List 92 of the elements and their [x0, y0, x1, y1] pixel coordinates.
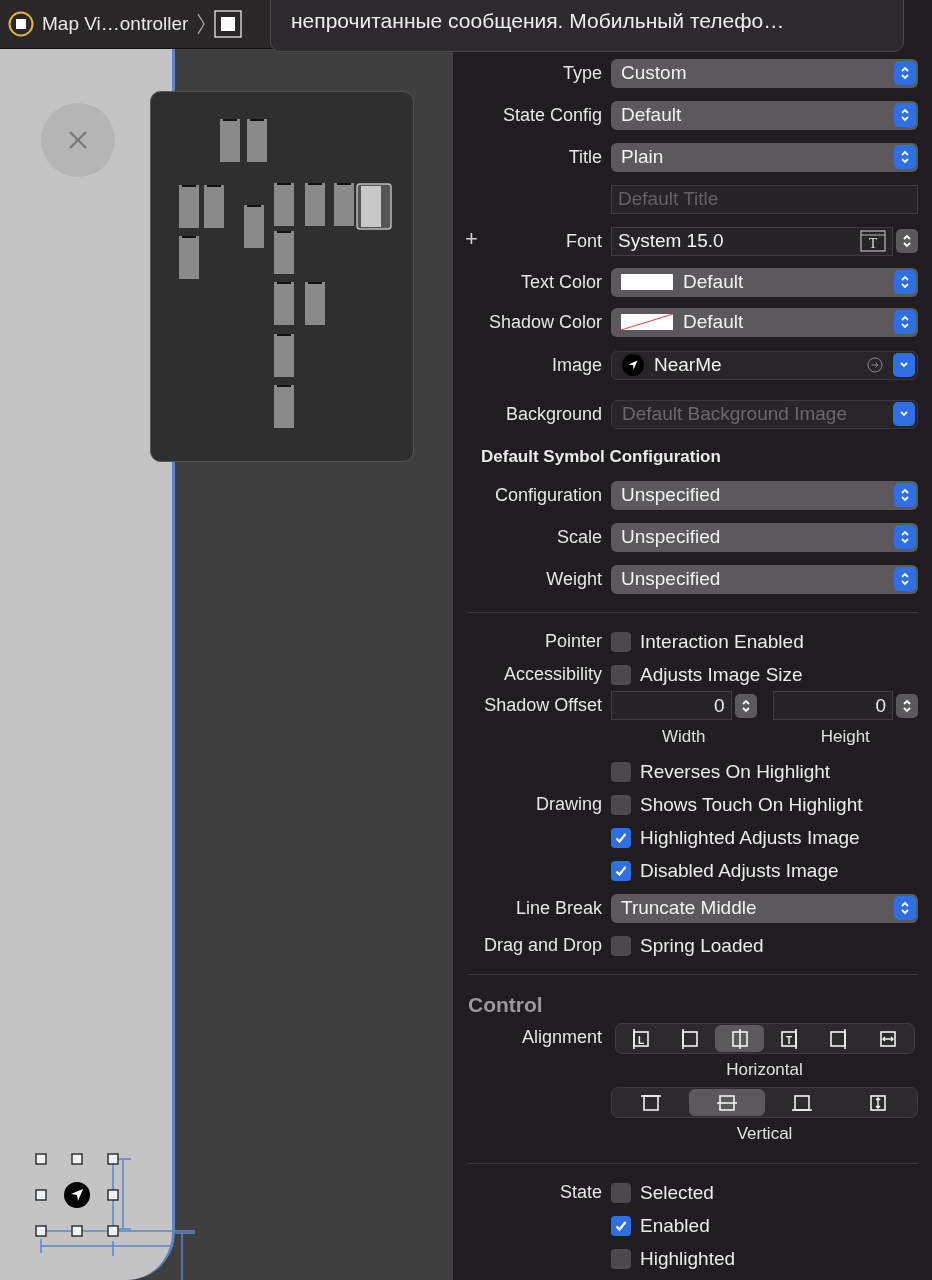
field-label: State: [559, 1182, 602, 1203]
popup-button[interactable]: Default: [611, 100, 918, 130]
alignment-segment[interactable]: L: [616, 1025, 666, 1052]
field-label: Alignment: [521, 1027, 602, 1048]
number-field[interactable]: 0: [611, 691, 732, 720]
checkbox[interactable]: [611, 935, 631, 956]
segment-caption: Horizontal: [726, 1060, 803, 1080]
checkbox-label: Highlighted Adjusts Image: [640, 826, 860, 849]
checkbox[interactable]: [611, 827, 631, 848]
popup-button[interactable]: Plain: [611, 142, 918, 172]
checkmark-icon: [614, 1218, 628, 1233]
popup-button[interactable]: Unspecified: [611, 522, 918, 552]
field-label: Font: [565, 230, 602, 252]
field-label: Pointer: [544, 631, 602, 652]
stepper-icon: [894, 103, 916, 127]
field-label: Drag and Drop: [483, 935, 602, 956]
checkbox-label: Shows Touch On Highlight: [640, 793, 863, 816]
arrow-circle-icon: [867, 357, 883, 373]
checkbox-label: Spring Loaded: [640, 934, 764, 957]
field-label: Line Break: [515, 897, 602, 919]
stepper-icon: [894, 310, 916, 334]
section-subheader: Default Symbol Configuration: [480, 447, 722, 467]
field-label: Shadow Color: [488, 311, 602, 333]
scene-icon: [8, 11, 34, 37]
stepper-icon: [894, 145, 916, 169]
image-popup-button[interactable]: NearMe: [611, 350, 918, 380]
stepper-icon: [894, 525, 916, 549]
alignment-segment[interactable]: [715, 1025, 765, 1052]
field-label: Text Color: [520, 271, 602, 293]
breadcrumb-item[interactable]: Map Vi…ontroller: [42, 13, 189, 35]
stepper-icon[interactable]: [896, 693, 918, 718]
field-label: Image: [551, 354, 602, 376]
field-label: Background: [505, 403, 602, 425]
stepper-icon: [894, 567, 916, 591]
checkmark-icon: [614, 830, 628, 845]
add-variation-button[interactable]: +: [465, 226, 478, 252]
checkbox-label: Reverses On Highlight: [640, 760, 831, 783]
view-icon[interactable]: [214, 10, 243, 38]
storyboard-minimap-drawing[interactable]: [150, 91, 414, 462]
font-field[interactable]: System 15.0 T: [611, 226, 893, 256]
color-popup-button[interactable]: Default: [611, 267, 918, 297]
checkbox-label: Adjusts Image Size: [640, 663, 803, 686]
checkbox-label: Disabled Adjusts Image: [640, 859, 839, 882]
font-picker-icon[interactable]: T: [860, 230, 886, 252]
selection-handles-drawing[interactable]: [35, 1153, 119, 1237]
checkbox[interactable]: [611, 631, 631, 652]
color-swatch-icon: [621, 314, 673, 330]
field-caption: Height: [820, 727, 870, 747]
alignment-segment[interactable]: [688, 1089, 765, 1116]
popup-button[interactable]: Custom: [611, 58, 918, 88]
popup-button[interactable]: Truncate Middle: [611, 893, 918, 923]
field-label: Type: [562, 62, 602, 84]
field-label: Scale: [556, 526, 602, 548]
checkmark-icon: [614, 863, 628, 878]
number-field[interactable]: 0: [772, 691, 893, 720]
section-title: Control: [468, 993, 544, 1017]
tooltip: непрочитанные сообщения. Мобильный телефо…: [270, 0, 904, 52]
stepper-icon: [894, 483, 916, 507]
chevron-right-icon: [196, 12, 207, 36]
checkbox[interactable]: [611, 761, 631, 782]
field-caption: Width: [662, 727, 706, 747]
field-label: Title: [568, 146, 602, 168]
checkbox-label: Enabled: [640, 1214, 710, 1237]
stepper-icon[interactable]: [734, 693, 757, 718]
field-label: Accessibility: [503, 664, 602, 685]
field-label: State Config: [502, 104, 602, 126]
checkbox-label: Highlighted: [640, 1247, 736, 1270]
checkbox[interactable]: [611, 1215, 631, 1236]
stepper-icon: [894, 896, 916, 920]
checkbox[interactable]: [611, 860, 631, 881]
dropdown-icon: [893, 353, 915, 377]
field-label: Drawing: [535, 794, 602, 815]
color-popup-button[interactable]: Default: [611, 307, 918, 337]
alignment-segment[interactable]: T: [764, 1025, 814, 1052]
checkbox[interactable]: [611, 664, 631, 685]
checkbox-label: Selected: [640, 1181, 714, 1204]
checkbox-label: Interaction Enabled: [640, 630, 804, 653]
stepper-icon[interactable]: [896, 229, 918, 253]
field-label: Configuration: [494, 484, 602, 506]
close-icon: [68, 130, 88, 150]
color-swatch-icon: [621, 274, 673, 290]
segment-caption: Vertical: [736, 1124, 793, 1144]
field-label: Weight: [546, 568, 602, 590]
popup-button[interactable]: Unspecified: [611, 564, 918, 594]
stepper-icon: [894, 61, 916, 85]
stepper-icon: [894, 270, 916, 294]
checkbox[interactable]: [611, 794, 631, 815]
field-label: Shadow Offset: [484, 695, 602, 716]
popup-button[interactable]: Unspecified: [611, 480, 918, 510]
dropdown-icon: [893, 402, 915, 426]
checkbox[interactable]: [611, 1182, 631, 1203]
checkbox[interactable]: [611, 1248, 631, 1269]
